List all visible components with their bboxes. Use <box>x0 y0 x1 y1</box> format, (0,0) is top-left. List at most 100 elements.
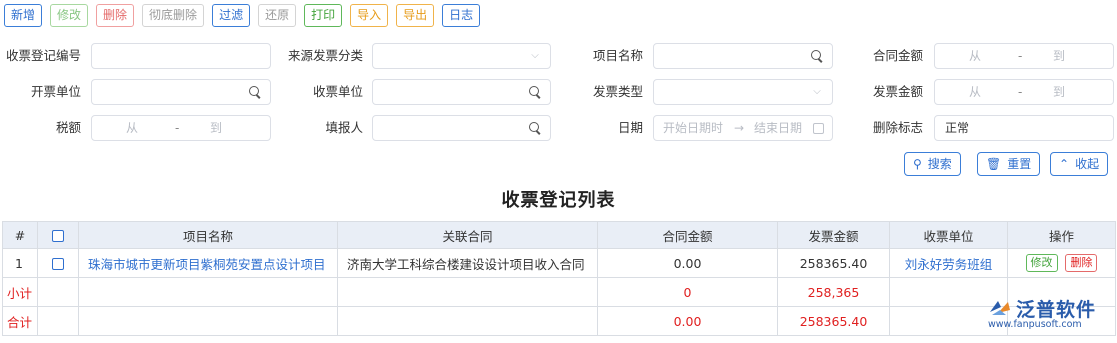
reporter-label: 填报人 <box>325 120 363 135</box>
delete-flag-value: 正常 <box>945 121 970 135</box>
logo-name: 泛普软件 <box>1016 299 1097 321</box>
invoice-type-select[interactable]: ⌵ <box>653 79 833 105</box>
invoice-amount-label: 发票金额 <box>872 84 923 99</box>
issuer-label: 开票单位 <box>30 84 81 99</box>
arrow-right-icon: → <box>734 121 745 135</box>
invoice-amount-range[interactable]: 从 - 到 <box>934 79 1114 105</box>
contract-amount-label: 合同金额 <box>872 48 923 63</box>
receipt-no-input[interactable] <box>91 43 271 69</box>
subtotal-row: 小计 0 258,365 <box>2 277 1116 307</box>
search-button-label: 搜索 <box>927 157 952 171</box>
contract-amount-range[interactable]: 从 - 到 <box>934 43 1114 69</box>
source-type-select[interactable]: ⌵ <box>372 43 551 69</box>
range-separator: - <box>1018 49 1023 63</box>
tax-label: 税额 <box>55 120 81 135</box>
total-contract-amount: 0.00 <box>597 306 778 336</box>
search-icon: ⚲ <box>913 157 922 171</box>
empty-cell <box>78 306 338 336</box>
row-project-link[interactable]: 珠海市城市更新项目紫桐苑安置点设计项目 <box>78 248 338 278</box>
print-button[interactable]: 打印 <box>304 4 343 27</box>
data-table: # 项目名称 关联合同 合同金额 发票金额 收票单位 操作 1 珠海市城市更新项… <box>2 221 1116 336</box>
edit-button[interactable]: 修改 <box>50 4 89 27</box>
date-start: 开始日期时 <box>663 121 724 135</box>
row-contract-amount: 0.00 <box>597 248 778 278</box>
import-button[interactable]: 导入 <box>350 4 389 27</box>
range-to: 到 <box>1053 85 1066 99</box>
delete-flag-label: 删除标志 <box>872 120 923 135</box>
search-icon[interactable] <box>528 85 542 99</box>
subtotal-invoice-amount: 258,365 <box>777 277 890 307</box>
total-label: 合计 <box>2 306 38 336</box>
col-select-all[interactable] <box>37 221 79 249</box>
col-actions-header: 操作 <box>1007 221 1116 249</box>
empty-cell <box>337 306 598 336</box>
range-from: 从 <box>969 49 982 63</box>
collapse-button-label: 收起 <box>1075 157 1100 171</box>
col-receiver-header[interactable]: 收票单位 <box>889 221 1008 249</box>
collapse-button[interactable]: ⌃ 收起 <box>1050 152 1109 176</box>
log-button[interactable]: 日志 <box>442 4 481 27</box>
row-receiver-link[interactable]: 刘永好劳务班组 <box>889 248 1008 278</box>
empty-cell <box>37 277 79 307</box>
list-title: 收票登记列表 <box>501 190 616 211</box>
chevron-down-icon: ⌵ <box>813 86 821 97</box>
reporter-input[interactable] <box>372 115 551 141</box>
tax-range[interactable]: 从 - 到 <box>91 115 271 141</box>
col-index-header: # <box>2 221 38 249</box>
filter-button[interactable]: 过滤 <box>212 4 251 27</box>
reset-button[interactable]: 🗑 重置 <box>977 152 1041 176</box>
search-button[interactable]: ⚲ 搜索 <box>904 152 961 176</box>
total-invoice-amount: 258365.40 <box>777 306 890 336</box>
empty-cell <box>78 277 338 307</box>
restore-button[interactable]: 还原 <box>258 4 297 27</box>
brand-logo: 泛普软件 www.fanpusoft.com <box>986 294 1114 334</box>
date-label: 日期 <box>617 120 643 135</box>
row-delete-button[interactable]: 删除 <box>1065 254 1098 272</box>
table-row[interactable]: 1 珠海市城市更新项目紫桐苑安置点设计项目 济南大学工科综合楼建设设计项目收入合… <box>2 248 1116 278</box>
col-contract-amount-header[interactable]: 合同金额 <box>597 221 778 249</box>
table-header-row: # 项目名称 关联合同 合同金额 发票金额 收票单位 操作 <box>2 221 1116 249</box>
calendar-icon[interactable] <box>813 123 824 134</box>
delete-button[interactable]: 删除 <box>96 4 135 27</box>
export-button[interactable]: 导出 <box>396 4 435 27</box>
trash-icon: 🗑 <box>986 157 1002 171</box>
receiver-input[interactable] <box>372 79 551 105</box>
col-invoice-amount-header[interactable]: 发票金额 <box>777 221 890 249</box>
search-icon[interactable] <box>810 49 824 63</box>
row-checkbox[interactable] <box>52 258 64 270</box>
source-type-label: 来源发票分类 <box>287 48 363 63</box>
row-edit-button[interactable]: 修改 <box>1025 254 1058 272</box>
project-name-input[interactable] <box>653 43 833 69</box>
purge-button[interactable]: 彻底删除 <box>142 4 205 27</box>
range-separator: - <box>1018 85 1023 99</box>
chevron-down-icon: ⌵ <box>531 50 539 61</box>
select-all-checkbox[interactable] <box>52 230 64 242</box>
row-contract: 济南大学工科综合楼建设设计项目收入合同 <box>337 248 598 278</box>
range-to: 到 <box>1053 49 1066 63</box>
subtotal-label: 小计 <box>2 277 38 307</box>
toolbar: 新增 修改 删除 彻底删除 过滤 还原 打印 导入 导出 日志 <box>0 0 1117 32</box>
logo-mark-icon <box>990 301 1010 315</box>
search-icon[interactable] <box>248 85 262 99</box>
logo-url: www.fanpusoft.com <box>988 319 1082 330</box>
range-to: 到 <box>210 121 223 135</box>
range-separator: - <box>175 121 180 135</box>
range-from: 从 <box>969 85 982 99</box>
new-button[interactable]: 新增 <box>4 4 43 27</box>
reset-button-label: 重置 <box>1007 157 1032 171</box>
row-invoice-amount: 258365.40 <box>777 248 890 278</box>
date-end: 结束日期 <box>754 121 803 135</box>
row-index: 1 <box>2 248 38 278</box>
range-from: 从 <box>126 121 139 135</box>
col-contract-header[interactable]: 关联合同 <box>337 221 598 249</box>
issuer-input[interactable] <box>91 79 271 105</box>
row-select[interactable] <box>37 248 79 278</box>
date-range-picker[interactable]: 开始日期时 → 结束日期 <box>653 115 833 141</box>
search-icon[interactable] <box>528 121 542 135</box>
subtotal-contract-amount: 0 <box>597 277 778 307</box>
project-name-label: 项目名称 <box>592 48 643 63</box>
delete-flag-select[interactable]: 正常 <box>934 115 1114 141</box>
collapse-icon: ⌃ <box>1059 157 1070 171</box>
total-row: 合计 0.00 258365.40 <box>2 306 1116 336</box>
col-project-header[interactable]: 项目名称 <box>78 221 338 249</box>
